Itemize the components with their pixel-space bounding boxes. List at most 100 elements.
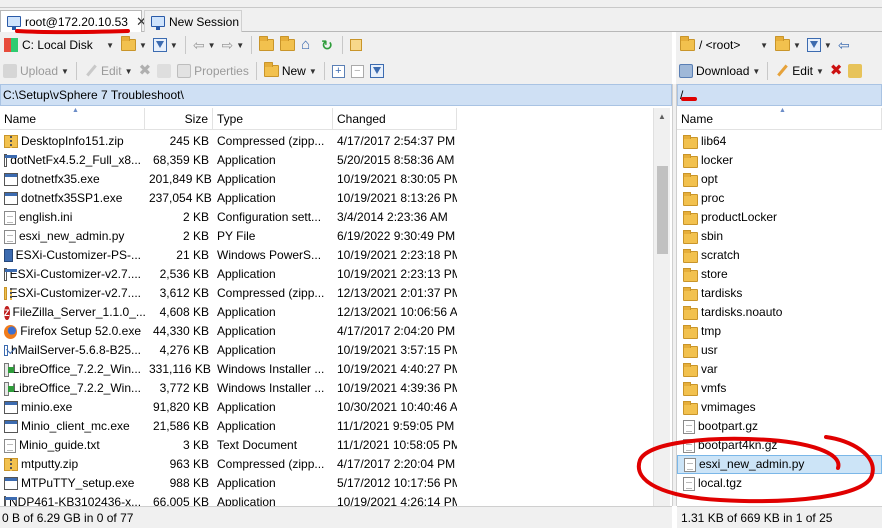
table-row[interactable]: NDP461-KB3102436-x... 66,005 KB Applicatio…: [0, 493, 457, 506]
remote-location-select[interactable]: / <root> ▼: [676, 35, 772, 55]
column-changed[interactable]: Changed: [333, 108, 457, 130]
file-size: 2,536 KB: [159, 267, 209, 281]
refresh-button[interactable]: ↻: [318, 34, 338, 56]
arrow-left-icon: ⇦: [192, 37, 205, 53]
table-row[interactable]: DesktopInfo151.zip 245 KB Compressed (zipp…: [0, 132, 457, 151]
root-directory-button[interactable]: [277, 34, 298, 56]
local-drive-select[interactable]: C: Local Disk ▼: [0, 35, 118, 55]
delete-button[interactable]: ✖: [827, 60, 846, 82]
folder-icon: [683, 134, 698, 149]
local-path-bar[interactable]: C:\Setup\vSphere 7 Troubleshoot\: [0, 84, 672, 106]
open-folder-button[interactable]: ▼: [118, 34, 150, 56]
selected-file-row[interactable]: esxi_new_admin.py: [677, 455, 882, 474]
download-button[interactable]: Download ▼: [676, 60, 763, 82]
table-row[interactable]: dotnetfx35.exe 201,849 KB Application 10/19…: [0, 170, 457, 189]
table-row[interactable]: tmp: [677, 322, 882, 341]
filter-button[interactable]: ▼: [804, 34, 835, 56]
rename-button[interactable]: [845, 60, 865, 82]
table-row[interactable]: Minio_guide.txt 3 KB Text Document 11/1/202…: [0, 436, 457, 455]
table-row[interactable]: lib64: [677, 132, 882, 151]
table-row[interactable]: dotNetFx4.5.2_Full_x8... 68,359 KB Applica…: [0, 151, 457, 170]
table-row[interactable]: locker: [677, 151, 882, 170]
table-row[interactable]: minio.exe 91,820 KB Application 10/30/2021 …: [0, 398, 457, 417]
forward-button[interactable]: ⇨ ▼: [219, 34, 248, 56]
new-button[interactable]: New ▼: [261, 60, 320, 82]
file-name-cell: store: [677, 265, 882, 284]
parent-directory-button[interactable]: [256, 34, 277, 56]
edit-button[interactable]: Edit ▼: [81, 60, 136, 82]
back-button[interactable]: ⇦: [835, 34, 853, 56]
filter-button[interactable]: ▼: [150, 34, 181, 56]
filter-files-button[interactable]: [367, 60, 387, 82]
table-row[interactable]: store: [677, 265, 882, 284]
delete-icon: ✖: [829, 62, 843, 79]
tab-root-session[interactable]: root@172.20.10.53 ✕: [0, 10, 147, 32]
home-button[interactable]: ⌂: [298, 34, 318, 56]
table-row[interactable]: local.tgz: [677, 474, 882, 493]
table-row[interactable]: ESXi-Customizer-PS-... 21 KB Windows Power…: [0, 246, 457, 265]
chevron-down-icon: ▼: [823, 40, 832, 50]
file-name: LibreOffice_7.2.2_Win...: [12, 362, 141, 376]
remote-path-bar[interactable]: /: [677, 84, 882, 106]
table-row[interactable]: ESXi-Customizer-v2.7.... 3,612 KB Compress…: [0, 284, 457, 303]
select-files-button[interactable]: +: [329, 60, 348, 82]
table-row[interactable]: MTPuTTY_setup.exe 988 KB Application 5/17/2…: [0, 474, 457, 493]
open-folder-button[interactable]: ▼: [772, 34, 804, 56]
table-row[interactable]: bootpart4kn.gz: [677, 436, 882, 455]
local-nav-toolbar: C: Local Disk ▼ ▼ ▼ ⇦ ▼ ⇨ ▼ ⌂ ↻: [0, 32, 672, 58]
table-row[interactable]: ESXi-Customizer-v2.7.... 2,536 KB Applicat…: [0, 265, 457, 284]
executable-icon: [4, 192, 18, 205]
tab-new-session[interactable]: New Session: [144, 10, 242, 32]
table-row[interactable]: productLocker: [677, 208, 882, 227]
properties-button[interactable]: Properties: [174, 60, 252, 82]
table-row[interactable]: dotnetfx35SP1.exe 237,054 KB Application 10…: [0, 189, 457, 208]
unselect-files-button[interactable]: −: [348, 60, 367, 82]
table-row[interactable]: mtputty.zip 963 KB Compressed (zipp... 4/17…: [0, 455, 457, 474]
table-row[interactable]: bootpart.gz: [677, 417, 882, 436]
column-type[interactable]: Type: [213, 108, 333, 130]
table-row[interactable]: tardisks: [677, 284, 882, 303]
column-size[interactable]: Size: [145, 108, 213, 130]
local-vertical-scrollbar[interactable]: ▲: [653, 108, 670, 506]
table-row[interactable]: vmfs: [677, 379, 882, 398]
table-row[interactable]: esxi_new_admin.py 2 KB PY File 6/19/2022 9:…: [0, 227, 457, 246]
table-row[interactable]: vmimages: [677, 398, 882, 417]
table-row[interactable]: hMailServer-5.6.8-B25... 4,276 KB Applicat…: [0, 341, 457, 360]
tree-view-button[interactable]: [347, 34, 365, 56]
rename-button[interactable]: [154, 60, 174, 82]
local-file-list: Name ▲ Size Type Changed DesktopInfo151.z…: [0, 108, 670, 506]
upload-button[interactable]: Upload ▼: [0, 60, 72, 82]
table-row[interactable]: Firefox Setup 52.0.exe 44,330 KB Applicati…: [0, 322, 457, 341]
table-row[interactable]: tardisks.noauto: [677, 303, 882, 322]
table-row[interactable]: LibreOffice_7.2.2_Win... 331,116 KB Window…: [0, 360, 457, 379]
local-rows: DesktopInfo151.zip 245 KB Compressed (zipp…: [0, 132, 457, 506]
table-row[interactable]: english.ini 2 KB Configuration sett... 3/4/…: [0, 208, 457, 227]
table-row[interactable]: Z FileZilla_Server_1.1.0_... 4,608 KB Appli…: [0, 303, 457, 322]
scroll-up-icon[interactable]: ▲: [654, 108, 670, 125]
file-type: Application: [217, 191, 276, 205]
edit-button[interactable]: Edit ▼: [772, 60, 827, 82]
rename-icon: [157, 64, 172, 78]
file-name-cell: tardisks.noauto: [677, 303, 882, 322]
table-row[interactable]: sbin: [677, 227, 882, 246]
file-name: var: [701, 362, 718, 376]
document-icon: [683, 438, 695, 453]
file-type: Windows Installer ...: [217, 381, 325, 395]
table-row[interactable]: proc: [677, 189, 882, 208]
table-row[interactable]: var: [677, 360, 882, 379]
table-row[interactable]: LibreOffice_7.2.2_Win... 3,772 KB Windows …: [0, 379, 457, 398]
file-name-cell: bootpart.gz: [677, 417, 882, 436]
table-row[interactable]: Minio_client_mc.exe 21,586 KB Application 1…: [0, 417, 457, 436]
file-name: scratch: [701, 248, 740, 262]
column-name[interactable]: Name ▲: [677, 108, 882, 130]
table-row[interactable]: usr: [677, 341, 882, 360]
column-name[interactable]: Name ▲: [0, 108, 145, 130]
table-row[interactable]: scratch: [677, 246, 882, 265]
back-button[interactable]: ⇦ ▼: [190, 34, 219, 56]
delete-button[interactable]: ✖: [136, 60, 155, 82]
table-row[interactable]: opt: [677, 170, 882, 189]
scroll-thumb[interactable]: [657, 166, 668, 254]
separator: [251, 36, 253, 54]
file-size: 2 KB: [182, 210, 209, 224]
file-name: ESXi-Customizer-v2.7....: [9, 267, 141, 281]
